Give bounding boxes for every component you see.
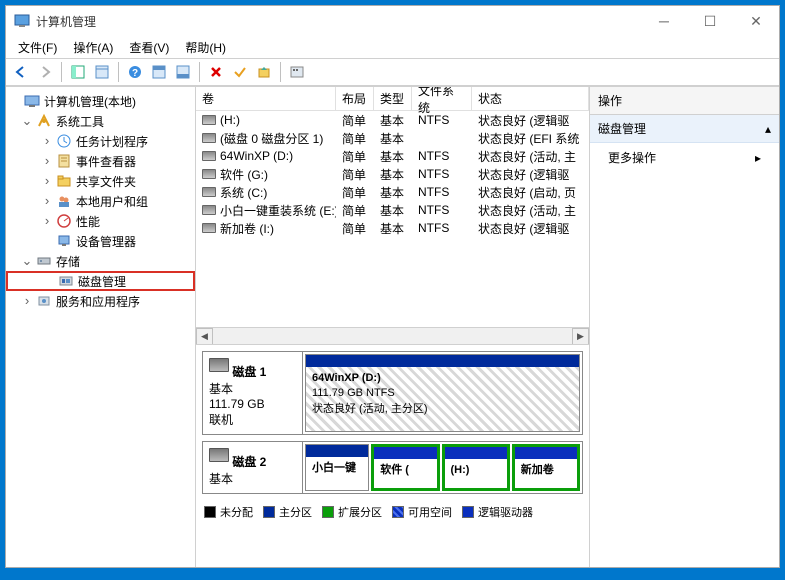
partition-d2-1[interactable]: 小白一键 xyxy=(305,444,369,491)
show-hide-button[interactable] xyxy=(67,61,89,83)
maximize-button[interactable]: ☐ xyxy=(687,6,733,36)
tree-tasksched[interactable]: ›任务计划程序 xyxy=(6,131,195,151)
col-status[interactable]: 状态 xyxy=(472,87,589,110)
action-more[interactable]: 更多操作 ▸ xyxy=(590,143,779,172)
scroll-right-button[interactable]: ▶ xyxy=(572,328,589,345)
window-title: 计算机管理 xyxy=(36,13,641,30)
tree-storage[interactable]: ⌄存储 xyxy=(6,251,195,271)
volume-icon xyxy=(202,169,216,179)
scroll-left-button[interactable]: ◀ xyxy=(196,328,213,345)
settings-button[interactable] xyxy=(286,61,308,83)
center-pane: 卷 布局 类型 文件系统 状态 (H:)简单基本NTFS状态良好 (逻辑驱(磁盘… xyxy=(196,87,589,567)
view-top-button[interactable] xyxy=(148,61,170,83)
actions-pane: 操作 磁盘管理 ▴ 更多操作 ▸ xyxy=(589,87,779,567)
disk-meta-2: 磁盘 2 基本 xyxy=(203,442,303,493)
menu-file[interactable]: 文件(F) xyxy=(10,37,65,58)
table-row[interactable]: (H:)简单基本NTFS状态良好 (逻辑驱 xyxy=(196,111,589,129)
disk-icon xyxy=(209,358,229,372)
volume-icon xyxy=(202,205,216,215)
tree-devmgr[interactable]: 设备管理器 xyxy=(6,231,195,251)
properties-button[interactable] xyxy=(91,61,113,83)
tree-root[interactable]: 计算机管理(本地) xyxy=(6,91,195,111)
help-button[interactable]: ? xyxy=(124,61,146,83)
legend: 未分配 主分区 扩展分区 可用空间 逻辑驱动器 xyxy=(202,500,583,524)
volume-icon xyxy=(202,133,216,143)
back-button[interactable] xyxy=(10,61,32,83)
actions-group[interactable]: 磁盘管理 ▴ xyxy=(590,115,779,143)
main-window: 计算机管理 ─ ☐ ✕ 文件(F) 操作(A) 查看(V) 帮助(H) ? 计算… xyxy=(5,5,780,568)
svg-text:?: ? xyxy=(132,68,138,79)
table-row[interactable]: 软件 (G:)简单基本NTFS状态良好 (逻辑驱 xyxy=(196,165,589,183)
disk-icon xyxy=(209,448,229,462)
tree-localusers[interactable]: ›本地用户和组 xyxy=(6,191,195,211)
menubar: 文件(F) 操作(A) 查看(V) 帮助(H) xyxy=(6,36,779,58)
tree-services[interactable]: ›服务和应用程序 xyxy=(6,291,195,311)
delete-button[interactable] xyxy=(205,61,227,83)
volume-list-body: (H:)简单基本NTFS状态良好 (逻辑驱(磁盘 0 磁盘分区 1)简单基本状态… xyxy=(196,111,589,327)
tree-perf[interactable]: ›性能 xyxy=(6,211,195,231)
table-row[interactable]: 64WinXP (D:)简单基本NTFS状态良好 (活动, 主 xyxy=(196,147,589,165)
menu-action[interactable]: 操作(A) xyxy=(65,37,121,58)
chevron-right-icon: ▸ xyxy=(755,151,761,165)
partition-d2-3[interactable]: (H:) xyxy=(442,444,510,491)
actions-header: 操作 xyxy=(590,87,779,115)
minimize-button[interactable]: ─ xyxy=(641,6,687,36)
table-row[interactable]: 小白一键重装系统 (E:)简单基本NTFS状态良好 (活动, 主 xyxy=(196,201,589,219)
check-button[interactable] xyxy=(229,61,251,83)
volume-icon xyxy=(202,115,216,125)
tree-eventviewer[interactable]: ›事件查看器 xyxy=(6,151,195,171)
menu-view[interactable]: 查看(V) xyxy=(121,37,177,58)
partition-d1-1[interactable]: 64WinXP (D:) 111.79 GB NTFS 状态良好 (活动, 主分… xyxy=(305,354,580,432)
volume-icon xyxy=(202,187,216,197)
disk-meta-1: 磁盘 1 基本 111.79 GB 联机 xyxy=(203,352,303,434)
volume-list: 卷 布局 类型 文件系统 状态 (H:)简单基本NTFS状态良好 (逻辑驱(磁盘… xyxy=(196,87,589,345)
volume-list-header: 卷 布局 类型 文件系统 状态 xyxy=(196,87,589,111)
tree-sharedfolders[interactable]: ›共享文件夹 xyxy=(6,171,195,191)
table-row[interactable]: (磁盘 0 磁盘分区 1)简单基本状态良好 (EFI 系统 xyxy=(196,129,589,147)
table-row[interactable]: 新加卷 (I:)简单基本NTFS状态良好 (逻辑驱 xyxy=(196,219,589,237)
volume-icon xyxy=(202,151,216,161)
up-button[interactable] xyxy=(253,61,275,83)
tree-diskmgmt[interactable]: 磁盘管理 xyxy=(6,271,195,291)
nav-tree: 计算机管理(本地) ⌄系统工具 ›任务计划程序 ›事件查看器 ›共享文件夹 ›本… xyxy=(6,87,196,567)
collapse-icon: ▴ xyxy=(765,122,771,136)
disk-row-1[interactable]: 磁盘 1 基本 111.79 GB 联机 64WinXP (D:) 111.79… xyxy=(202,351,583,435)
partition-d2-4[interactable]: 新加卷 xyxy=(512,444,580,491)
table-row[interactable]: 系统 (C:)简单基本NTFS状态良好 (启动, 页 xyxy=(196,183,589,201)
tree-systools[interactable]: ⌄系统工具 xyxy=(6,111,195,131)
disk-row-2[interactable]: 磁盘 2 基本 小白一键 软件 ( (H:) 新加卷 xyxy=(202,441,583,494)
volume-icon xyxy=(202,223,216,233)
toolbar: ? xyxy=(6,58,779,86)
app-icon xyxy=(14,13,30,29)
partition-d2-2[interactable]: 软件 ( xyxy=(371,444,439,491)
col-type[interactable]: 类型 xyxy=(374,87,412,110)
col-layout[interactable]: 布局 xyxy=(336,87,374,110)
col-fs[interactable]: 文件系统 xyxy=(412,87,472,110)
menu-help[interactable]: 帮助(H) xyxy=(177,37,234,58)
col-volume[interactable]: 卷 xyxy=(196,87,336,110)
view-bottom-button[interactable] xyxy=(172,61,194,83)
close-button[interactable]: ✕ xyxy=(733,6,779,36)
titlebar: 计算机管理 ─ ☐ ✕ xyxy=(6,6,779,36)
hscrollbar[interactable]: ◀ ▶ xyxy=(196,327,589,344)
forward-button[interactable] xyxy=(34,61,56,83)
disk-graph: 磁盘 1 基本 111.79 GB 联机 64WinXP (D:) 111.79… xyxy=(196,345,589,567)
